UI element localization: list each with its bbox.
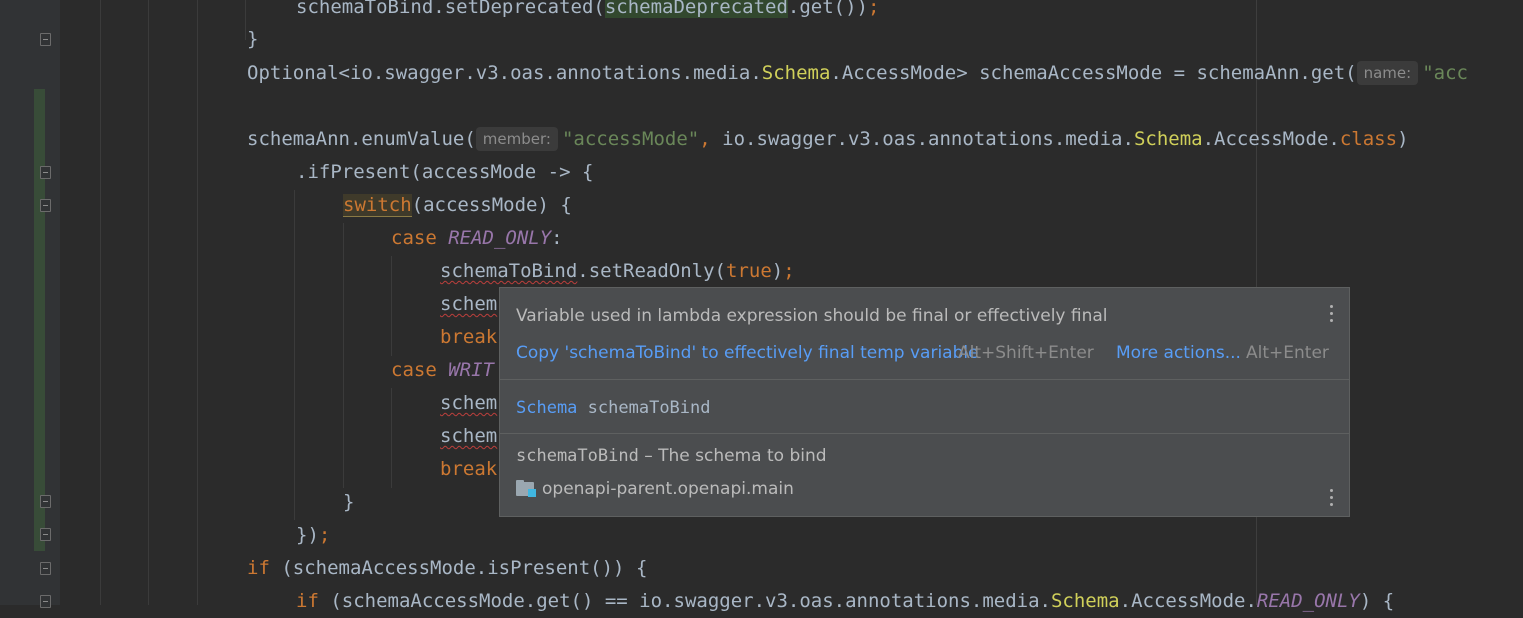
declaration-signature: Schema schemaToBind [516, 398, 711, 418]
popup-divider [500, 433, 1349, 434]
code-line: schem [440, 425, 498, 447]
more-actions-link[interactable]: More actions... [1116, 343, 1241, 363]
popup-options-kebab-icon[interactable] [1326, 305, 1336, 325]
popup-divider [500, 379, 1349, 380]
code-line: .ifPresent(accessMode -> { [296, 161, 594, 183]
code-line: case READ_ONLY: [391, 227, 563, 249]
error-highlight[interactable]: schemaToBind [440, 260, 577, 282]
declaration-type-link[interactable]: Schema [516, 398, 577, 418]
code-line: schemaToBind.setReadOnly(true); [440, 260, 795, 282]
code-line: Optional<io.swagger.v3.oas.annotations.m… [247, 61, 1468, 85]
code-line: switch(accessMode) { [343, 194, 572, 217]
code-line: schemaAnn.enumValue(member: "accessMode",… [247, 127, 1409, 151]
module-folder-icon [516, 480, 536, 497]
code-line: case WRIT [391, 359, 494, 381]
code-line: break [440, 458, 498, 480]
parameter-hint: name: [1356, 61, 1419, 85]
code-line: schemaToBind.setDeprecated(schemaDepreca… [296, 0, 879, 24]
code-line: if (schemaAccessMode.get() == io.swagger… [296, 590, 1395, 612]
quick-fix-shortcut: Alt+Shift+Enter [958, 343, 1094, 363]
code-line: break [440, 326, 498, 348]
popup-doc-options-kebab-icon[interactable] [1326, 489, 1336, 509]
inspection-popup: Variable used in lambda expression shoul… [499, 287, 1350, 517]
code-line: } [343, 491, 355, 513]
parameter-hint: member: [475, 127, 558, 151]
more-actions-shortcut: Alt+Enter [1246, 343, 1329, 363]
inspection-message: Variable used in lambda expression shoul… [516, 306, 1108, 326]
quick-fix-link[interactable]: Copy 'schemaToBind' to effectively final… [516, 343, 979, 363]
code-line: }); [296, 524, 331, 546]
documentation-text: schemaToBind – The schema to bind [516, 446, 827, 466]
code-line: if (schemaAccessMode.isPresent()) { [247, 557, 648, 579]
code-line: schem [440, 293, 498, 315]
code-line: schem [440, 392, 498, 414]
module-location: openapi-parent.openapi.main [516, 479, 794, 499]
code-line: } [247, 28, 259, 50]
